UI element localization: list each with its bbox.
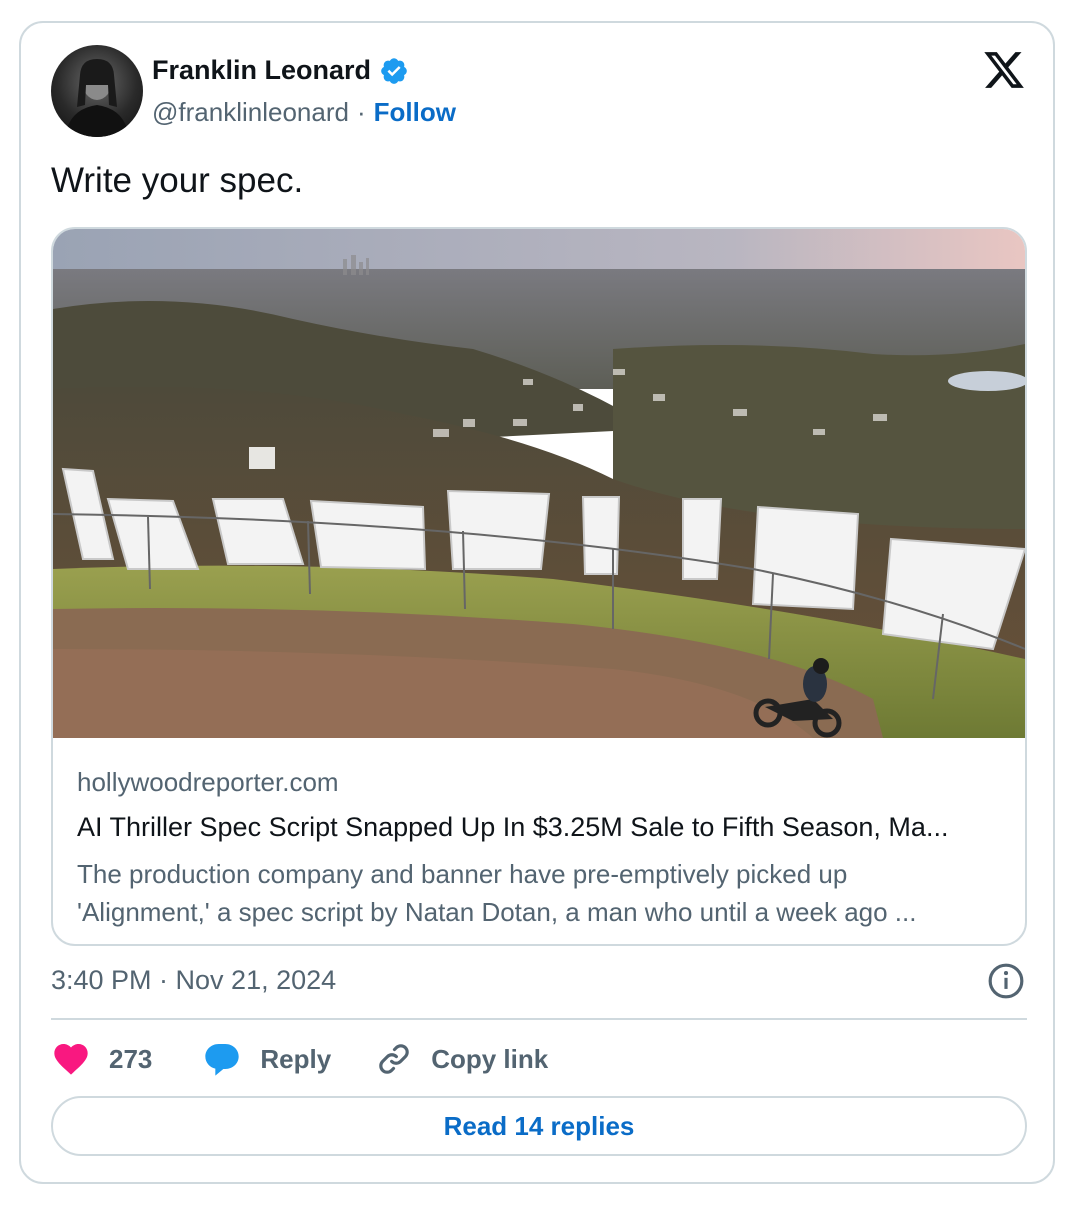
tweet-timestamp[interactable]: 3:40 PM · Nov 21, 2024 — [51, 965, 336, 996]
link-description: The production company and banner have p… — [77, 855, 1007, 931]
copy-link-button[interactable]: Copy link — [375, 1040, 548, 1078]
like-count: 273 — [109, 1043, 153, 1074]
heart-icon — [54, 1044, 88, 1075]
link-headline: AI Thriller Spec Script Snapped Up In $3… — [77, 812, 949, 842]
tweet-text: Write your spec. — [51, 161, 304, 200]
link-description-line-2: 'Alignment,' a spec script by Natan Dota… — [77, 897, 917, 927]
info-icon[interactable] — [987, 962, 1025, 1000]
separator-dot: · — [356, 97, 366, 127]
tweet-embed-card: Franklin Leonard @franklinleonard · Foll… — [19, 21, 1055, 1184]
x-logo-icon[interactable] — [982, 48, 1026, 92]
divider — [51, 1018, 1027, 1020]
like-button[interactable]: 273 — [51, 1039, 152, 1079]
link-icon — [379, 1044, 409, 1074]
tweet-actions: 273 Reply Copy link — [51, 1039, 548, 1079]
copy-link-label: Copy link — [431, 1043, 549, 1074]
hollywood-sign-photo — [53, 229, 1025, 738]
reply-label: Reply — [260, 1043, 332, 1074]
link-preview-card[interactable]: hollywoodreporter.com AI Thriller Spec S… — [51, 227, 1027, 946]
follow-button[interactable]: Follow — [374, 97, 456, 128]
reply-bubble-icon — [205, 1044, 240, 1076]
link-description-line-1: The production company and banner have p… — [77, 859, 848, 889]
avatar[interactable] — [51, 45, 143, 137]
author-name[interactable]: Franklin Leonard — [152, 55, 371, 86]
read-replies-button[interactable]: Read 14 replies — [51, 1096, 1027, 1156]
verified-badge-icon — [381, 57, 407, 84]
author-handle[interactable]: @franklinleonard — [152, 97, 349, 128]
reply-button[interactable]: Reply — [202, 1039, 331, 1079]
link-domain: hollywoodreporter.com — [77, 767, 339, 797]
